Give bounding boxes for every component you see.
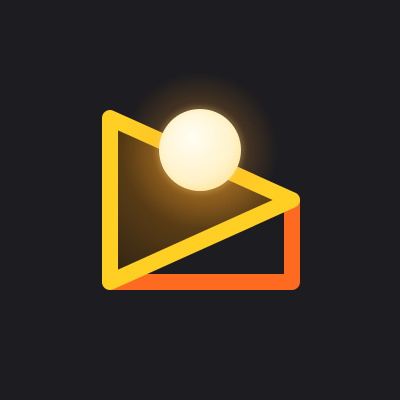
app-icon-svg (0, 0, 400, 400)
app-icon-canvas (0, 0, 400, 400)
